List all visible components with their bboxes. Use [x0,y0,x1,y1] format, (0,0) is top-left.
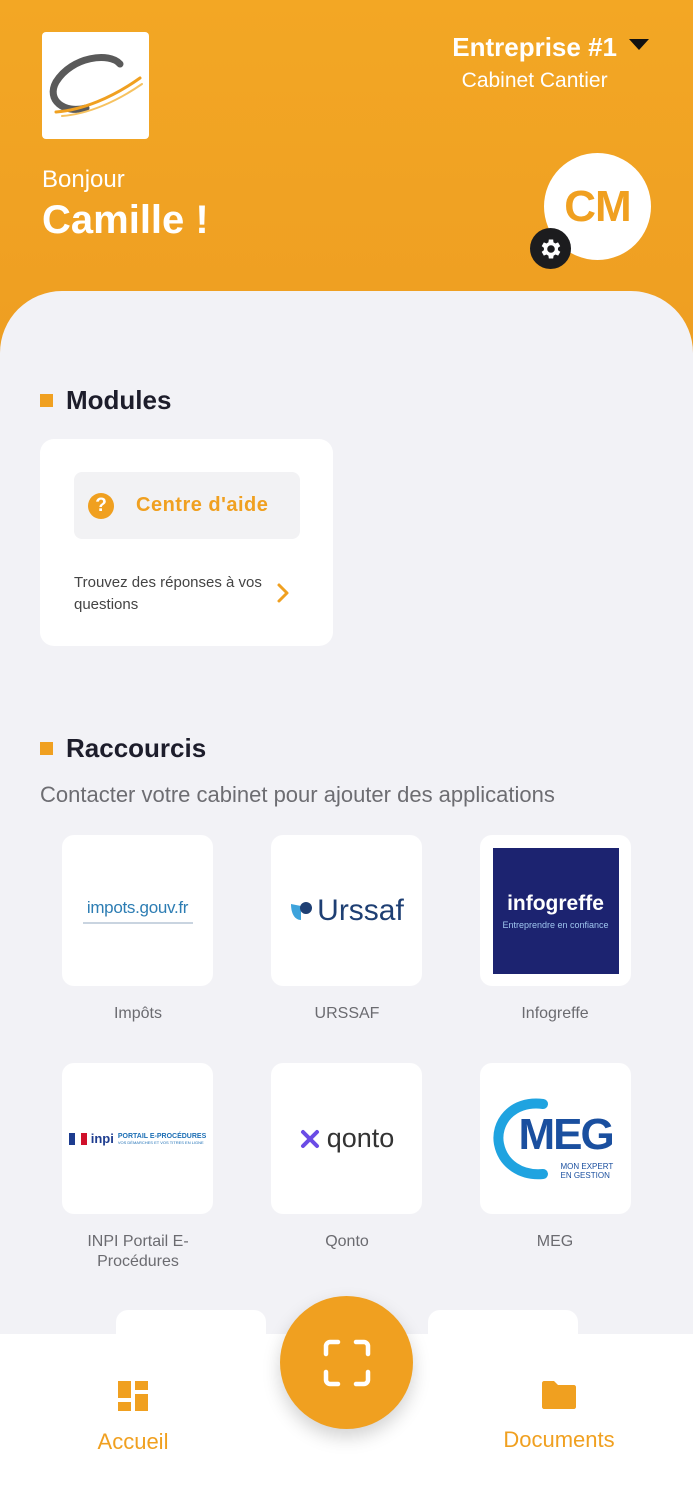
shortcuts-subtitle: Contacter votre cabinet pour ajouter des… [40,782,555,807]
shortcut-qonto[interactable]: qonto [271,1063,422,1214]
section-marker [40,742,53,755]
help-center-label: Centre d'aide [136,494,269,516]
nav-documents-label: Documents [503,1427,615,1452]
republique-flag-icon [68,1132,87,1145]
shortcut-label-urssaf: URSSAF [314,1005,380,1022]
urssaf-logo-text: Urssaf [317,893,404,927]
shortcut-label-qonto: Qonto [325,1233,369,1250]
scan-frame-icon [323,1339,370,1386]
shortcut-infogreffe[interactable]: infogreffe Entreprendre en confiance [480,835,631,986]
impots-logo-text: impots.gouv.fr [86,897,189,917]
shortcut-impots[interactable]: impots.gouv.fr [62,835,213,986]
shortcut-meg[interactable]: MEG MON EXPERT EN GESTION [480,1063,631,1214]
meg-tagline: MON EXPERT EN GESTION [560,1161,614,1180]
shortcut-label-infogreffe: Infogreffe [521,1005,589,1022]
qonto-logo: qonto [299,1123,395,1154]
section-marker [40,394,53,407]
infogreffe-tagline: Entreprendre en confiance [502,919,609,930]
qonto-logo-text: qonto [326,1123,395,1153]
company-selector[interactable]: Entreprise #1 Cabinet Cantier [452,32,649,93]
inpi-logo: inpi PORTAIL E-PROCÉDURES VOS DÉMARCHES … [68,1131,207,1146]
question-circle-icon: ? [88,492,114,519]
meg-logo: MEG MON EXPERT EN GESTION [491,1094,621,1184]
modules-heading: Modules [40,385,171,416]
infogreffe-logo: infogreffe Entreprendre en confiance [492,847,619,974]
urssaf-mark-icon [291,901,313,920]
inpi-tagline: VOS DÉMARCHES ET VOS TITRES EN LIGNE [117,1139,204,1145]
folder-icon [542,1381,576,1409]
help-center-button[interactable]: ? Centre d'aide [74,472,300,539]
infogreffe-logo-text: infogreffe [507,891,604,915]
nav-documents[interactable]: Documents [474,1380,644,1453]
shortcut-label-impots: Impôts [113,1005,162,1022]
scan-button[interactable] [280,1296,413,1429]
inpi-mark: inpi [90,1131,114,1146]
company-name: Entreprise #1 [452,32,617,62]
company-subtitle: Cabinet Cantier [461,69,608,92]
cabinet-logo [42,32,149,139]
impots-logo: impots.gouv.fr [82,897,193,924]
gear-icon[interactable] [530,228,571,269]
meg-logo-text: MEG [518,1109,615,1159]
caret-down-icon [629,39,649,50]
modules-title: Modules [66,385,172,415]
impots-logo-line [82,921,193,924]
shortcuts-title: Raccourcis [66,733,207,763]
inpi-logo-text: PORTAIL E-PROCÉDURES [117,1132,207,1140]
shortcut-urssaf[interactable]: Urssaf [271,835,422,986]
shortcut-inpi[interactable]: inpi PORTAIL E-PROCÉDURES VOS DÉMARCHES … [62,1063,213,1214]
shortcuts-heading: Raccourcis [40,733,206,764]
qonto-mark-icon [300,1129,319,1148]
greeting-hello: Bonjour [42,166,125,193]
greeting: Bonjour Camille ! [42,166,209,243]
help-center-description: Trouvez des réponses à vos questions [74,574,262,613]
urssaf-logo: Urssaf [289,894,404,928]
greeting-user-name: Camille ! [42,198,209,242]
shortcut-label-inpi: INPI Portail E-Procédures [87,1233,189,1270]
dashboard-grid-icon [118,1381,148,1411]
shortcut-label-meg: MEG [536,1233,574,1250]
nav-home[interactable]: Accueil [48,1380,218,1455]
chevron-right-icon[interactable] [276,582,290,604]
nav-home-label: Accueil [97,1429,169,1454]
module-help-center-card[interactable]: ? Centre d'aide Trouvez des réponses à v… [40,439,333,646]
